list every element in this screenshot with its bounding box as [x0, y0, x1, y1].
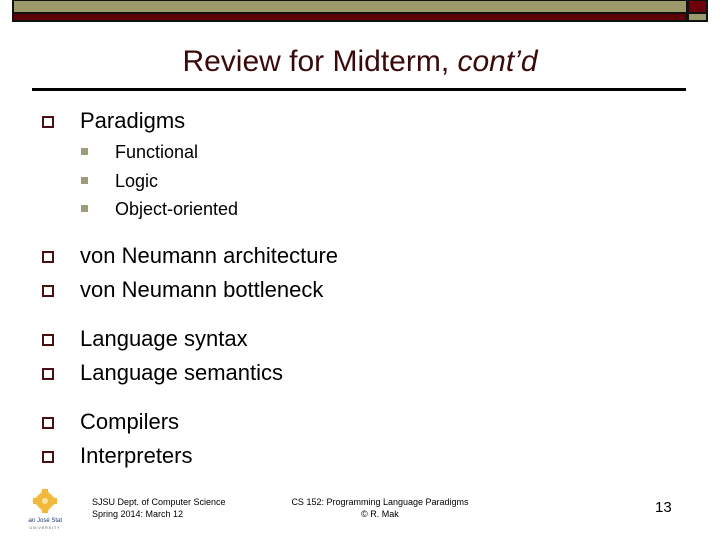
- sub-bullet-item: Object-oriented: [115, 199, 239, 219]
- title-italic-text: cont’d: [457, 45, 538, 78]
- bullet-item: Paradigms: [80, 108, 186, 133]
- sub-bullet-icon: [81, 148, 88, 155]
- slide-title: Review for Midterm, cont’d: [0, 44, 720, 80]
- sun-logo-icon: San José State UNIVERSITY: [25, 488, 66, 530]
- sjsu-logo: San José State UNIVERSITY: [25, 488, 66, 532]
- bullet-box-icon: [42, 285, 54, 297]
- page-number: 13: [655, 499, 672, 516]
- footer-course-line2: © R. Mak: [361, 509, 399, 519]
- header-bar-top: [14, 1, 686, 12]
- bullet-item: von Neumann bottleneck: [80, 277, 324, 302]
- bullet-box-icon: [42, 116, 54, 128]
- bullet-box-icon: [42, 451, 54, 463]
- title-text: Review for Midterm,: [182, 45, 458, 78]
- header-square-top: [689, 1, 706, 12]
- bullet-box-icon: [42, 417, 54, 429]
- footer-course: CS 152: Programming Language Paradigms ©…: [270, 496, 490, 520]
- bullet-item: Compilers: [80, 409, 180, 434]
- sub-bullet-icon: [81, 205, 88, 212]
- bullet-box-icon: [42, 251, 54, 263]
- sub-bullet-item: Logic: [115, 171, 159, 191]
- title-rule: [32, 88, 686, 91]
- bullet-item: Interpreters: [80, 443, 193, 468]
- sub-bullet-icon: [81, 177, 88, 184]
- logo-text: San José State: [28, 518, 62, 524]
- bullet-box-icon: [42, 368, 54, 380]
- footer-dept-line1: SJSU Dept. of Computer Science: [92, 497, 226, 507]
- footer-dept: SJSU Dept. of Computer Science Spring 20…: [92, 496, 226, 520]
- footer-course-line1: CS 152: Programming Language Paradigms: [291, 497, 469, 507]
- bullet-item: von Neumann architecture: [80, 243, 339, 268]
- bullet-box-icon: [42, 334, 54, 346]
- bullet-item: Language syntax: [80, 326, 248, 351]
- header-square-bottom: [689, 14, 706, 20]
- bullet-item: Language semantics: [80, 360, 284, 385]
- footer-dept-line2: Spring 2014: March 12: [92, 509, 184, 519]
- logo-subtext: UNIVERSITY: [29, 526, 60, 530]
- sub-bullet-item: Functional: [115, 142, 199, 162]
- header-bar-bottom: [14, 14, 686, 20]
